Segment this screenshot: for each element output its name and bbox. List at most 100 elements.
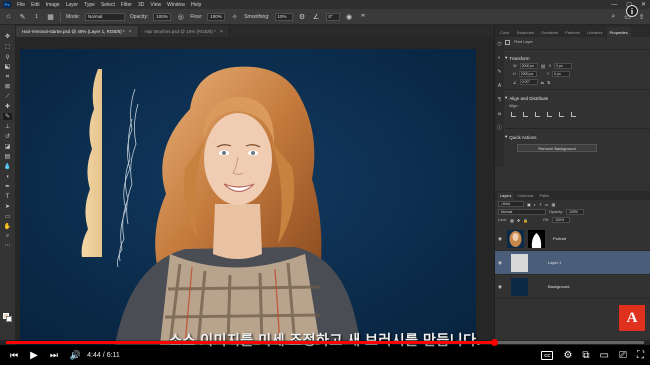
tab-swatches[interactable]: Swatches [514, 27, 537, 37]
tab-color[interactable]: Color [497, 27, 513, 37]
angle-icon[interactable]: ∠ [312, 12, 321, 21]
opacity-field[interactable]: 100% [153, 12, 172, 21]
crop-tool-icon[interactable]: ⌗ [3, 73, 12, 81]
align-header[interactable]: ▾ Align and Distribute [505, 94, 650, 102]
align-middle-icon[interactable] [559, 111, 564, 117]
menu-3d[interactable]: 3D [138, 2, 144, 8]
more-tools-icon[interactable]: ⋯ [3, 243, 12, 251]
menu-layer[interactable]: Layer [66, 2, 79, 8]
layer-mask-thumbnail[interactable] [528, 229, 545, 248]
progress-scrubber[interactable] [491, 339, 499, 346]
object-select-tool-icon[interactable]: ⬕ [3, 63, 12, 71]
eye-icon[interactable]: ◉ [495, 260, 505, 266]
layer-row-layer-1[interactable]: ◉ Layer 1 [495, 251, 650, 275]
info-icon[interactable]: ⓘ [497, 125, 503, 131]
transform-header[interactable]: ▾ Transform [505, 54, 650, 62]
tab-libraries[interactable]: Libraries [584, 27, 605, 37]
rectangle-tool-icon[interactable]: ▭ [3, 213, 12, 221]
remove-background-button[interactable]: Remove Background [517, 144, 597, 152]
menu-file[interactable]: File [17, 2, 25, 8]
menu-type[interactable]: Type [84, 2, 95, 8]
frame-tool-icon[interactable]: ⊠ [3, 83, 12, 91]
eraser-tool-icon[interactable]: ◪ [3, 143, 12, 151]
filter-type-icon[interactable]: T [539, 202, 541, 207]
menu-image[interactable]: Image [46, 2, 60, 8]
close-icon[interactable]: × [220, 29, 223, 35]
share-icon[interactable]: ⇪ [637, 12, 646, 21]
width-field[interactable]: 2000 px [519, 63, 538, 69]
smoothing-field[interactable]: 10% [274, 12, 293, 21]
align-top-icon[interactable] [547, 111, 552, 117]
symmetry-icon[interactable]: ꟸ [359, 12, 368, 21]
settings-gear-icon[interactable]: ⚙ [563, 346, 572, 364]
align-left-icon[interactable] [511, 111, 516, 117]
move-tool-icon[interactable]: ✥ [3, 33, 12, 41]
eyedropper-tool-icon[interactable]: ⟋ [3, 93, 12, 101]
lasso-tool-icon[interactable]: ϙ [3, 53, 12, 61]
airbrush-icon[interactable]: ✧ [230, 12, 239, 21]
brush-settings-icon[interactable]: ✎ [497, 69, 503, 75]
lock-all-icon[interactable]: 🔒 [523, 218, 528, 223]
brush-preset-picker[interactable]: 1 [32, 12, 41, 21]
link-icon[interactable]: ⛓ [541, 64, 546, 69]
type-tool-icon[interactable]: T [3, 193, 12, 201]
document-canvas[interactable] [20, 49, 476, 345]
mode-select[interactable]: Normal [84, 12, 125, 21]
menu-help[interactable]: Help [191, 2, 201, 8]
pen-tool-icon[interactable]: ✒ [3, 183, 12, 191]
pressure-opacity-icon[interactable]: ◎ [176, 12, 185, 21]
angle-field[interactable]: 0° [325, 12, 340, 21]
menu-window[interactable]: Window [167, 2, 185, 8]
captions-button[interactable]: CC [541, 350, 554, 360]
volume-icon[interactable]: 🔊 [70, 346, 81, 364]
doc-tab-hair-removal[interactable]: Hair-removal-starter.psd @ 49% (Layer 1,… [16, 26, 139, 37]
next-icon[interactable]: ⏭ [50, 346, 58, 364]
layer-row-portrait[interactable]: ◉ Portrait [495, 227, 650, 251]
menu-view[interactable]: View [150, 2, 161, 8]
doc-tab-hair-brushes[interactable]: Hair Brushes.psd @ 16% (RGB/8) * × [138, 26, 230, 37]
path-select-tool-icon[interactable]: ➤ [3, 203, 12, 211]
miniplayer-icon[interactable]: ⧉ [582, 346, 589, 364]
tab-gradients[interactable]: Gradients [538, 27, 561, 37]
menu-filter[interactable]: Filter [121, 2, 132, 8]
tab-paths[interactable]: Paths [536, 192, 552, 200]
brush-settings-icon[interactable]: ▦ [46, 12, 55, 21]
gradient-tool-icon[interactable]: ▤ [3, 153, 12, 161]
lock-pixels-icon[interactable]: ▦ [510, 218, 514, 223]
kind-filter-select[interactable]: ⌕ Kind [498, 201, 524, 207]
search-icon[interactable]: ⌕ [609, 12, 618, 21]
x-field[interactable]: 0 px [554, 63, 573, 69]
pressure-size-icon[interactable]: ◉ [345, 12, 354, 21]
filter-smart-icon[interactable]: ▦ [551, 202, 555, 207]
height-field[interactable]: 2000 px [518, 71, 537, 77]
opacity-field[interactable]: 100% [565, 209, 584, 215]
flow-field[interactable]: 100% [207, 12, 226, 21]
marquee-tool-icon[interactable]: ⬚ [3, 43, 12, 51]
align-right-icon[interactable] [535, 111, 540, 117]
paragraph-icon[interactable]: ¶ [497, 97, 503, 103]
angle-field[interactable]: 0.00° [519, 79, 538, 85]
align-center-icon[interactable] [523, 111, 528, 117]
blur-tool-icon[interactable]: 💧 [3, 163, 12, 171]
zoom-tool-icon[interactable]: ⌕ [3, 233, 12, 241]
layer-row-background[interactable]: ◉ Background [495, 275, 650, 299]
filter-adjust-icon[interactable]: ◐ [534, 202, 536, 207]
tab-layers[interactable]: Layers [497, 192, 515, 200]
filter-pixel-icon[interactable]: ▣ [527, 202, 531, 207]
fill-field[interactable]: 100% [552, 217, 571, 223]
filter-shape-icon[interactable]: ▭ [545, 202, 549, 207]
tab-channels[interactable]: Channels [514, 192, 536, 200]
flip-horizontal-icon[interactable]: ⇋ [541, 80, 544, 85]
previous-icon[interactable]: ⏮ [10, 346, 18, 364]
theater-mode-icon[interactable]: ▭ [600, 346, 609, 364]
progress-bar[interactable] [6, 339, 644, 346]
menu-select[interactable]: Select [101, 2, 115, 8]
info-button[interactable]: i [626, 5, 638, 17]
align-bottom-icon[interactable] [571, 111, 576, 117]
glyphs-icon[interactable]: ⍺ [497, 111, 503, 117]
character-icon[interactable]: A [497, 83, 503, 89]
adjustments-icon[interactable]: ◐ [497, 55, 503, 61]
channel-logo[interactable]: A [619, 305, 645, 331]
history-brush-tool-icon[interactable]: ↺ [3, 133, 12, 141]
y-field[interactable]: 0 px [552, 71, 571, 77]
